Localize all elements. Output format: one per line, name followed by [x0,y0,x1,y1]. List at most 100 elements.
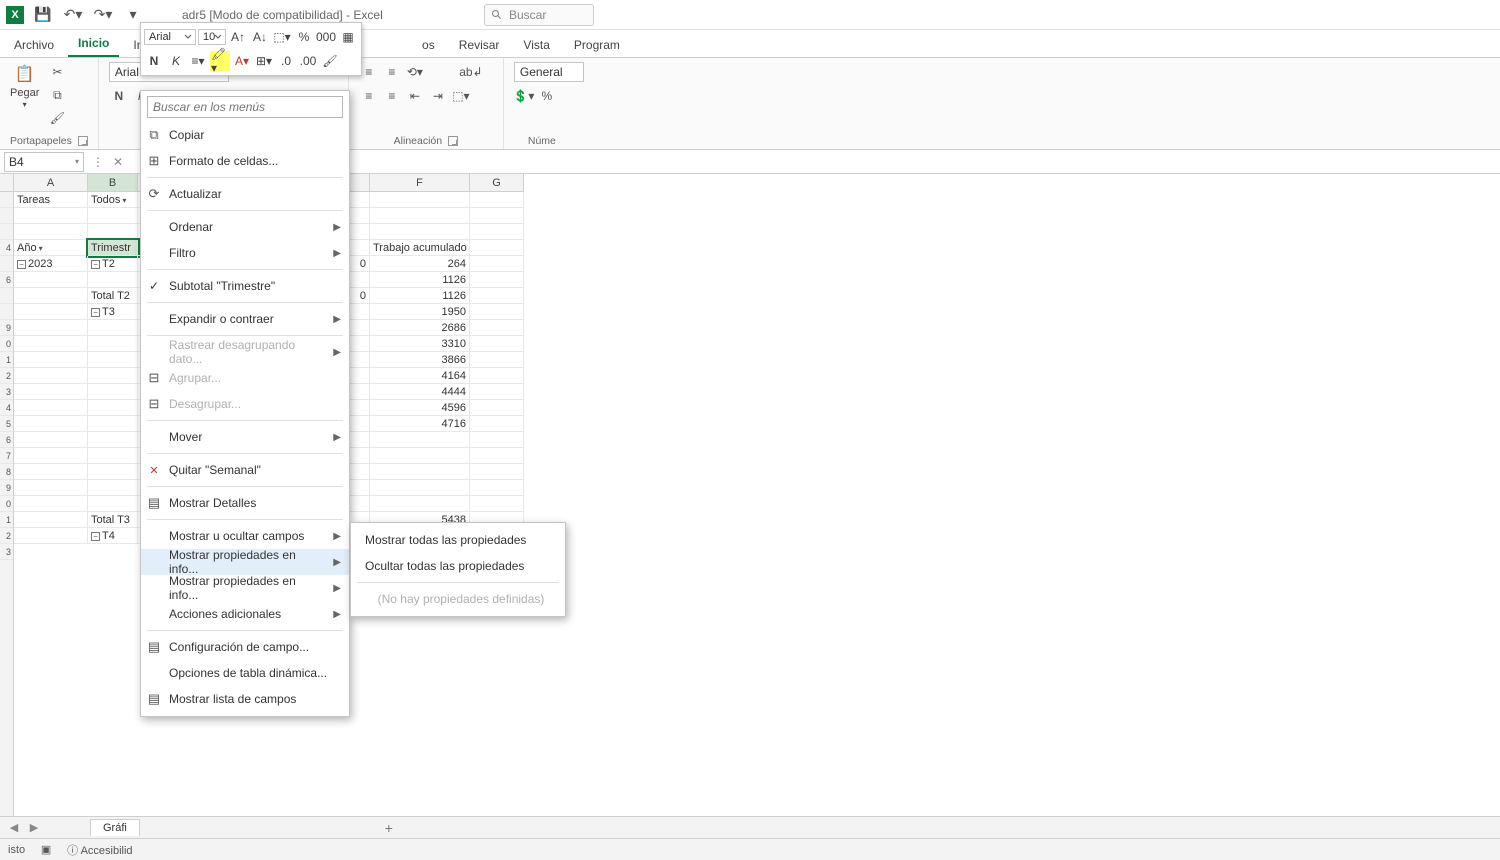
cell-a1[interactable]: Tareas [14,192,88,208]
tab-archivo[interactable]: Archivo [4,33,64,57]
mini-size-select[interactable]: 10 [198,29,226,45]
menu-lista-campos[interactable]: ▤Mostrar lista de campos [141,686,349,712]
row-hdr[interactable]: 4 [0,240,13,256]
cell[interactable]: 3866 [370,352,470,368]
redo-icon[interactable]: ↷▾ [92,4,114,26]
col-hdr-g[interactable]: G [470,174,524,191]
tab-nav-next[interactable]: ▶ [26,820,42,836]
dropdown-icon[interactable]: ▾ [122,196,126,205]
bold-icon[interactable]: N [144,51,164,71]
align-middle-icon[interactable]: ≡ [382,86,402,106]
border-icon[interactable]: ⊞▾ [254,51,274,71]
row-hdr[interactable]: 7 [0,448,13,464]
menu-config-campo[interactable]: ▤Configuración de campo... [141,634,349,660]
align-center-icon[interactable]: ≡ [382,62,402,82]
row-hdr[interactable]: 3 [0,544,13,560]
tab-revisar[interactable]: Revisar [449,33,510,57]
cell-t2[interactable]: −T2 [88,256,138,272]
cell-total-t2[interactable]: Total T2 [88,288,138,304]
cell[interactable]: 4164 [370,368,470,384]
collapse-icon[interactable]: − [91,260,100,269]
cell[interactable]: 1126 [370,288,470,304]
fbar-expand-icon[interactable]: ⋮ [88,152,108,172]
collapse-icon[interactable]: − [91,308,100,317]
undo-icon[interactable]: ↶▾ [62,4,84,26]
indent-dec-icon[interactable]: ⇤ [405,86,425,106]
menu-acciones[interactable]: Acciones adicionales▶ [141,601,349,627]
cell-b1[interactable]: Todos▾ [88,192,138,208]
dec-decimal-icon[interactable]: .00 [298,51,318,71]
row-hdr[interactable]: 4 [0,400,13,416]
format-painter-icon[interactable]: 🖌 [47,108,67,128]
row-hdr[interactable]: 0 [0,496,13,512]
wrap-text-icon[interactable]: ab↲ [461,62,481,82]
col-hdr-b[interactable]: B [88,174,138,191]
row-hdr[interactable] [0,304,13,320]
decrease-font-icon[interactable]: A↓ [250,27,270,47]
comma-icon[interactable]: 000 [316,27,336,47]
row-hdr[interactable]: 1 [0,512,13,528]
cell[interactable]: 2686 [370,320,470,336]
cell[interactable]: 1950 [370,304,470,320]
fill-color-icon[interactable]: 🖍▾ [210,51,230,71]
menu-mostrar-ocultar[interactable]: Mostrar u ocultar campos▶ [141,523,349,549]
table-icon[interactable]: ▦ [338,27,358,47]
menu-subtotal[interactable]: Subtotal "Trimestre" [141,273,349,299]
tab-programador[interactable]: Program [564,33,630,57]
collapse-icon[interactable]: − [17,260,26,269]
inc-decimal-icon[interactable]: .0 [276,51,296,71]
row-hdr[interactable] [0,256,13,272]
cell[interactable]: 4716 [370,416,470,432]
number-format-select[interactable]: General [514,62,584,82]
tab-inicio[interactable]: Inicio [68,31,119,57]
collapse-icon[interactable]: − [91,532,100,541]
cell-trimestre[interactable]: Trimestr [88,240,138,256]
cell[interactable]: 1126 [370,272,470,288]
percent-button-icon[interactable]: % [537,86,557,106]
menu-quitar[interactable]: Quitar "Semanal" [141,457,349,483]
row-hdr[interactable]: 9 [0,320,13,336]
orientation-icon[interactable]: ⟲▾ [405,62,425,82]
row-hdr[interactable]: 9 [0,480,13,496]
row-hdr[interactable]: 0 [0,336,13,352]
row-hdr[interactable]: 2 [0,528,13,544]
cancel-icon[interactable]: ✕ [108,152,128,172]
align-icon[interactable]: ≡▾ [188,51,208,71]
italic-icon[interactable]: K [166,51,186,71]
menu-detalles[interactable]: ▤Mostrar Detalles [141,490,349,516]
row-hdr[interactable] [0,224,13,240]
menu-mover[interactable]: Mover▶ [141,424,349,450]
row-hdr[interactable]: 3 [0,384,13,400]
row-hdr[interactable] [0,288,13,304]
row-hdr[interactable] [0,208,13,224]
menu-actualizar[interactable]: ⟳Actualizar [141,181,349,207]
row-hdr[interactable]: 2 [0,368,13,384]
cell[interactable]: 264 [370,256,470,272]
cell[interactable]: 3310 [370,336,470,352]
tab-nav-prev[interactable]: ◀ [6,820,22,836]
submenu-mostrar-todas[interactable]: Mostrar todas las propiedades [351,527,565,553]
row-hdr[interactable]: 6 [0,272,13,288]
sheet-tab[interactable]: Gráfi [90,819,140,836]
row-hdr[interactable]: 5 [0,416,13,432]
alineacion-launcher[interactable] [448,136,458,146]
row-hdr[interactable]: 6 [0,432,13,448]
cell[interactable]: 4596 [370,400,470,416]
mini-font-select[interactable]: Arial [144,29,196,45]
merge-button[interactable]: ⬚▾ [451,86,471,106]
macro-record-icon[interactable]: ▣ [39,843,53,857]
menu-copiar[interactable]: ⧉Copiar [141,122,349,148]
col-hdr-a[interactable]: A [14,174,88,191]
cell-t3[interactable]: −T3 [88,304,138,320]
cell-header-f[interactable]: Trabajo acumulado [370,240,470,256]
save-icon[interactable]: 💾 [32,4,54,26]
bold-button[interactable]: N [109,86,129,106]
cell-ano[interactable]: Año▾ [14,240,88,256]
portapapeles-launcher[interactable] [78,136,88,146]
menu-expandir[interactable]: Expandir o contraer▶ [141,306,349,332]
menu-opciones-tabla[interactable]: Opciones de tabla dinámica... [141,660,349,686]
font-color-icon[interactable]: A▾ [232,51,252,71]
align-top-icon[interactable]: ≡ [359,86,379,106]
menu-propiedades-info2[interactable]: Mostrar propiedades en info...▶ [141,575,349,601]
merge-icon[interactable]: ⬚▾ [272,27,292,47]
